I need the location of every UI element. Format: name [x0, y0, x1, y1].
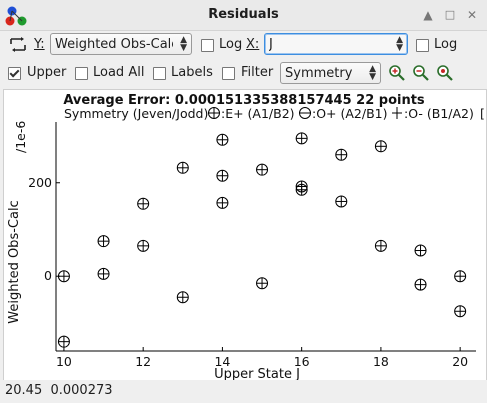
legend-item-o-minus: :O- (B1/A2): [404, 106, 474, 121]
data-point: [414, 244, 427, 257]
zoom-out-icon[interactable]: [412, 64, 430, 82]
filter-checkbox[interactable]: [222, 67, 235, 80]
x-tick-label: 20: [452, 354, 468, 369]
x-variable-value: J: [269, 37, 273, 52]
data-point: [97, 267, 110, 280]
data-point: [216, 133, 229, 146]
data-points: [57, 132, 467, 348]
status-bar: 20.45 0.000273: [0, 380, 487, 403]
y-scale-label: /1e-6: [13, 121, 28, 153]
plot-legend: Symmetry (Jeven/Jodd) :E+ (A1/B2) :O+ (A…: [64, 106, 485, 121]
zoom-reset-icon[interactable]: [436, 64, 454, 82]
data-point: [256, 163, 269, 176]
x-variable-select[interactable]: J ▲ ▼: [264, 33, 408, 55]
data-point: [374, 239, 387, 252]
data-point: [216, 196, 229, 209]
x-tick-label: 18: [373, 354, 389, 369]
log-x-label: Log: [434, 37, 458, 52]
y-axis-title: Weighted Obs-Calc: [7, 200, 22, 323]
x-tick-label: 14: [214, 354, 230, 369]
labels-checkbox[interactable]: [153, 67, 166, 80]
plot-axes: 10 12 14 16 18 200200: [28, 122, 476, 369]
log-y-checkbox[interactable]: [201, 39, 214, 52]
load-all-checkbox[interactable]: [75, 67, 88, 80]
y-tick-label: 200: [28, 175, 52, 190]
x-axis-label: X:: [246, 37, 260, 52]
x-tick-label: 16: [294, 354, 310, 369]
filter-select[interactable]: Symmetry ▲ ▼: [280, 62, 381, 84]
data-point: [295, 183, 308, 196]
data-point: [176, 161, 189, 174]
y-tick-label: 0: [44, 268, 52, 283]
axis-toolbar: Y: Weighted Obs-Calc ▲ ▼ Log X: J ▲ ▼ Log: [0, 32, 487, 58]
title-bar: Residuals ▲ □ ✕: [0, 0, 487, 31]
legend-plus-circle-icon: [208, 107, 220, 119]
swap-axes-icon[interactable]: [7, 36, 29, 54]
data-point: [335, 148, 348, 161]
data-point: [335, 195, 348, 208]
data-point: [137, 197, 150, 210]
load-all-label: Load All: [93, 65, 145, 80]
legend-plus-icon: [392, 107, 402, 119]
upper-checkbox[interactable]: [8, 67, 21, 80]
data-point: [176, 291, 189, 304]
y-variable-value: Weighted Obs-Calc: [55, 37, 173, 52]
legend-prefix: Symmetry (Jeven/Jodd): [64, 106, 208, 121]
legend-item-o-plus: :O+ (A2/B1): [312, 106, 388, 121]
data-point: [216, 169, 229, 182]
restore-icon[interactable]: □: [442, 7, 458, 23]
window-title: Residuals: [208, 7, 279, 22]
minimize-icon[interactable]: ▲: [420, 7, 436, 23]
data-point: [374, 140, 387, 153]
data-point: [57, 335, 70, 348]
updown-arrow-icon: ▲ ▼: [369, 64, 376, 82]
data-point: [256, 277, 269, 290]
legend-minus-circle-icon: [299, 107, 311, 119]
data-point: [454, 270, 467, 283]
data-point: [295, 132, 308, 145]
data-point: [414, 278, 427, 291]
updown-arrow-icon: ▲ ▼: [396, 35, 403, 53]
filter-label: Filter: [241, 65, 274, 80]
data-point: [97, 235, 110, 248]
zoom-in-icon[interactable]: [388, 64, 406, 82]
data-point: [454, 305, 467, 318]
cursor-y-value: 0.000273: [50, 383, 113, 398]
legend-item-e-plus: :E+ (A1/B2): [221, 106, 295, 121]
log-y-label: Log: [219, 37, 243, 52]
filter-value: Symmetry: [285, 66, 353, 81]
cursor-x-value: 20.45: [5, 383, 43, 398]
cursor-coordinates: 20.45 0.000273: [5, 383, 113, 398]
labels-label: Labels: [171, 65, 213, 80]
scatter-chart[interactable]: Average Error: 0.000151335388157445 22 p…: [4, 90, 486, 380]
y-axis-label: Y:: [34, 37, 45, 52]
x-tick-label: 12: [135, 354, 151, 369]
close-icon[interactable]: ✕: [464, 7, 480, 23]
log-x-checkbox[interactable]: [416, 39, 429, 52]
data-point: [57, 270, 70, 283]
legend-suffix: [: [480, 106, 485, 121]
y-variable-select[interactable]: Weighted Obs-Calc ▲ ▼: [50, 33, 192, 55]
updown-arrow-icon: ▲ ▼: [180, 35, 187, 53]
data-point: [137, 239, 150, 252]
filter-toolbar: Upper Load All Labels Filter Symmetry ▲ ▼: [0, 60, 487, 86]
upper-label: Upper: [27, 65, 67, 80]
residuals-plot[interactable]: Average Error: 0.000151335388157445 22 p…: [3, 89, 487, 381]
x-tick-label: 10: [56, 354, 72, 369]
